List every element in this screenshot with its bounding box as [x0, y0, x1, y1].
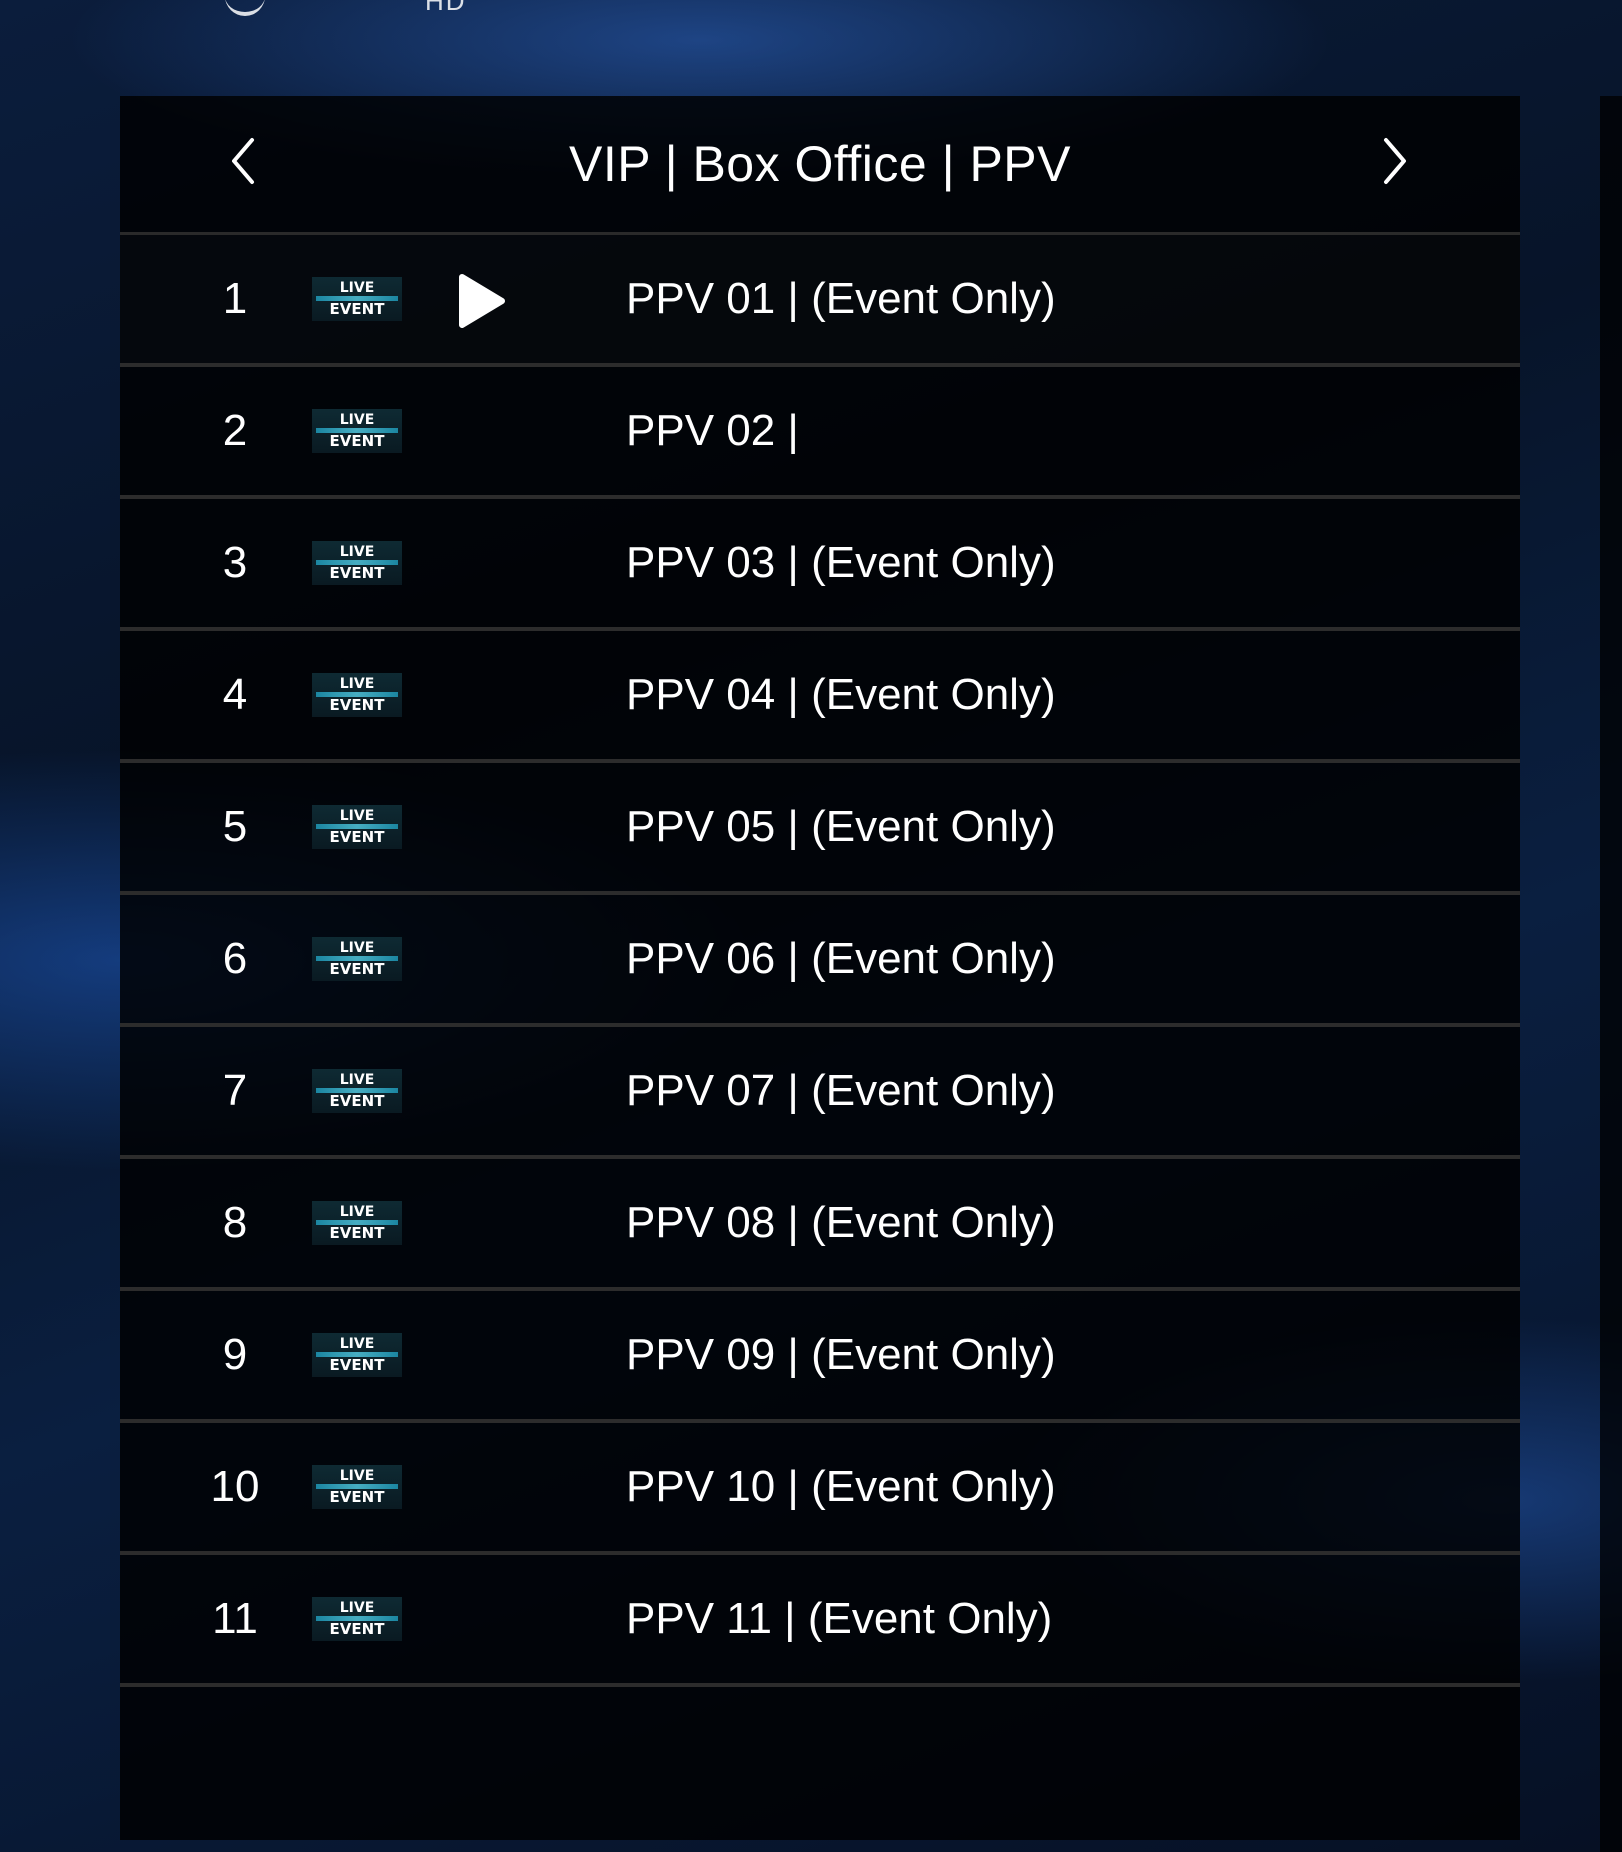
channel-name: PPV 03 | (Event Only) [626, 538, 1056, 587]
logo-text-event: EVENT [329, 960, 385, 978]
logo-stripe [316, 1220, 398, 1225]
resolution-label: HD [425, 0, 467, 16]
logo-text-live: LIVE [339, 808, 375, 824]
logo-text-live: LIVE [339, 412, 375, 428]
channel-number: 10 [210, 1462, 260, 1511]
channel-number: 7 [222, 1066, 248, 1115]
live-ppv-event-logo: LIVE EVENT [312, 673, 402, 717]
live-ppv-event-logo: LIVE EVENT [312, 805, 402, 849]
channel-row[interactable]: 5 LIVE EVENT PPV 05 | (Event Only) [120, 763, 1520, 895]
logo-stripe [316, 1484, 398, 1489]
live-ppv-event-logo: LIVE EVENT [312, 277, 402, 321]
logo-stripe [316, 692, 398, 697]
channel-number: 9 [222, 1330, 248, 1379]
channel-number: 2 [222, 406, 248, 455]
channel-name: PPV 09 | (Event Only) [626, 1330, 1056, 1379]
logo-stripe [316, 428, 398, 433]
logo-text-live: LIVE [339, 1336, 375, 1352]
channel-row[interactable]: 8 LIVE EVENT PPV 08 | (Event Only) [120, 1159, 1520, 1291]
live-ppv-event-logo: LIVE EVENT [312, 937, 402, 981]
channel-row[interactable]: 7 LIVE EVENT PPV 07 | (Event Only) [120, 1027, 1520, 1159]
channel-name: PPV 02 | [626, 406, 799, 455]
logo-text-event: EVENT [329, 1620, 385, 1638]
live-ppv-event-logo: LIVE EVENT [312, 409, 402, 453]
channel-number: 4 [222, 670, 248, 719]
logo-text-event: EVENT [329, 1488, 385, 1506]
channel-row[interactable]: 2 LIVE EVENT PPV 02 | [120, 367, 1520, 499]
channel-guide-panel: VIP | Box Office | PPV 1 LIVE EVENT PPV … [120, 96, 1520, 1840]
category-title: VIP | Box Office | PPV [568, 136, 1071, 192]
logo-stripe [316, 1088, 398, 1093]
channel-number: 11 [212, 1594, 258, 1643]
channel-number: 8 [222, 1198, 248, 1247]
logo-text-event: EVENT [329, 564, 385, 582]
channel-row[interactable]: 9 LIVE EVENT PPV 09 | (Event Only) [120, 1291, 1520, 1423]
logo-text-event: EVENT [329, 1356, 385, 1374]
logo-text-event: EVENT [329, 696, 385, 714]
logo-text-live: LIVE [339, 544, 375, 560]
channel-list: 1 LIVE EVENT PPV 01 | (Event Only) 2 LIV… [120, 235, 1520, 1687]
channel-number: 6 [222, 934, 248, 983]
channel-name: PPV 06 | (Event Only) [626, 934, 1056, 983]
channel-row[interactable]: 11 LIVE EVENT PPV 11 | (Event Only) [120, 1555, 1520, 1687]
logo-stripe [316, 296, 398, 301]
logo-text-live: LIVE [339, 676, 375, 692]
channel-name: PPV 08 | (Event Only) [626, 1198, 1056, 1247]
channel-number: 3 [222, 538, 248, 587]
channel-name: PPV 01 | (Event Only) [626, 274, 1056, 323]
logo-text-event: EVENT [329, 300, 385, 318]
chevron-right-icon [1384, 138, 1406, 184]
channel-name: PPV 04 | (Event Only) [626, 670, 1056, 719]
logo-text-live: LIVE [339, 280, 375, 296]
logo-stripe [316, 956, 398, 961]
logo-text-live: LIVE [339, 940, 375, 956]
logo-text-event: EVENT [329, 1092, 385, 1110]
logo-text-event: EVENT [329, 1224, 385, 1242]
chevron-left-icon [232, 138, 254, 184]
channel-number: 1 [222, 274, 248, 323]
live-ppv-event-logo: LIVE EVENT [312, 1333, 402, 1377]
logo-stripe [316, 1616, 398, 1621]
live-ppv-event-logo: LIVE EVENT [312, 541, 402, 585]
live-ppv-event-logo: LIVE EVENT [312, 1201, 402, 1245]
previous-category-button[interactable] [218, 136, 268, 186]
channel-row[interactable]: 3 LIVE EVENT PPV 03 | (Event Only) [120, 499, 1520, 631]
logo-text-event: EVENT [329, 432, 385, 450]
next-category-button[interactable] [1370, 136, 1420, 186]
app-logo-fragment [225, 0, 265, 16]
play-icon[interactable] [450, 271, 510, 331]
channel-name: PPV 07 | (Event Only) [626, 1066, 1056, 1115]
channel-name: PPV 10 | (Event Only) [626, 1462, 1056, 1511]
logo-stripe [316, 560, 398, 565]
channel-row[interactable]: 10 LIVE EVENT PPV 10 | (Event Only) [120, 1423, 1520, 1555]
live-ppv-event-logo: LIVE EVENT [312, 1465, 402, 1509]
channel-row[interactable]: 4 LIVE EVENT PPV 04 | (Event Only) [120, 631, 1520, 763]
adjacent-panel-edge [1600, 96, 1622, 1852]
logo-stripe [316, 824, 398, 829]
channel-row[interactable]: 6 LIVE EVENT PPV 06 | (Event Only) [120, 895, 1520, 1027]
logo-text-event: EVENT [329, 828, 385, 846]
logo-text-live: LIVE [339, 1204, 375, 1220]
channel-name: PPV 11 | (Event Only) [626, 1594, 1053, 1643]
live-ppv-event-logo: LIVE EVENT [312, 1069, 402, 1113]
category-header: VIP | Box Office | PPV [120, 96, 1520, 235]
channel-row[interactable]: 1 LIVE EVENT PPV 01 | (Event Only) [120, 235, 1520, 367]
channel-name: PPV 05 | (Event Only) [626, 802, 1056, 851]
logo-text-live: LIVE [339, 1468, 375, 1484]
live-ppv-event-logo: LIVE EVENT [312, 1597, 402, 1641]
channel-number: 5 [222, 802, 248, 851]
logo-text-live: LIVE [339, 1072, 375, 1088]
logo-stripe [316, 1352, 398, 1357]
logo-text-live: LIVE [339, 1600, 375, 1616]
